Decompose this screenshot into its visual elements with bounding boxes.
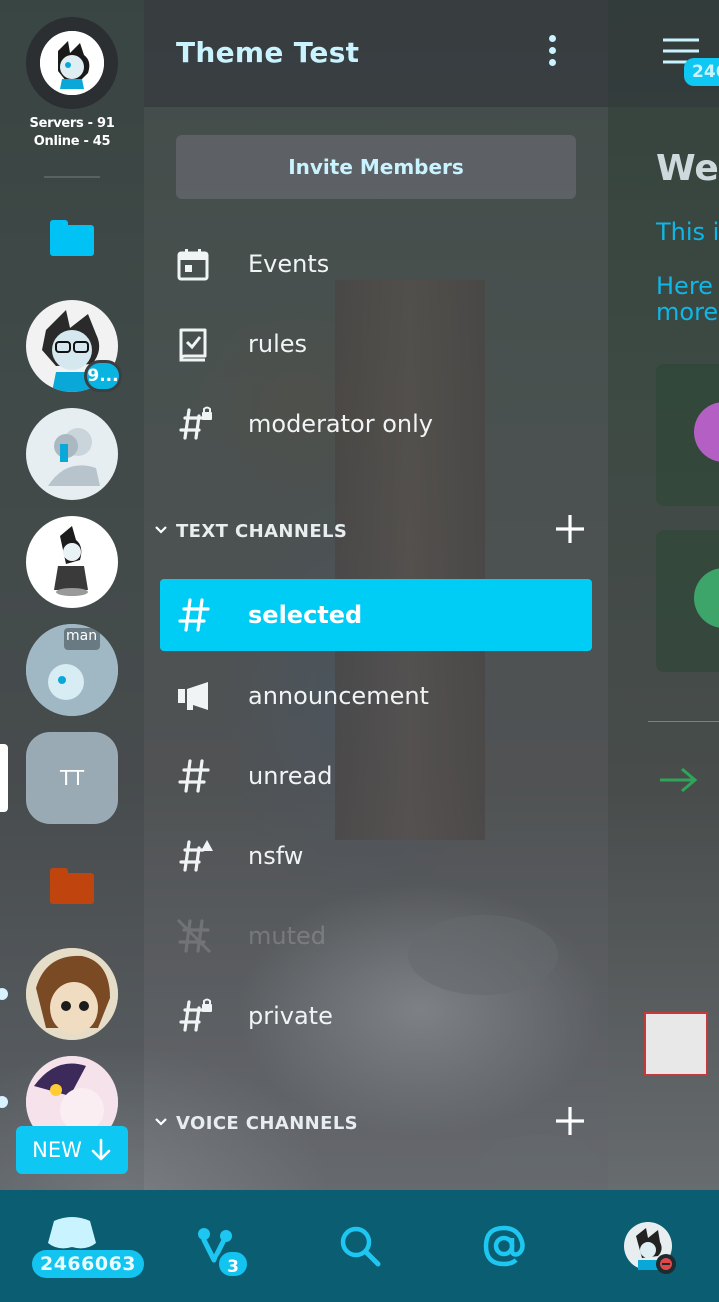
channel-rules-label: rules <box>248 330 308 358</box>
online-count: Online - 45 <box>33 134 111 149</box>
search-icon <box>340 1226 381 1267</box>
text-channels-label: TEXT CHANNELS <box>176 520 348 542</box>
new-unreads-label: NEW <box>32 1138 82 1162</box>
new-unreads-button[interactable]: NEW <box>16 1126 128 1174</box>
voice-channels-category[interactable]: VOICE CHANNELS <box>154 1103 594 1143</box>
invite-members-button[interactable]: Invite Members <box>176 135 576 199</box>
server-icon-tt-label: TT <box>59 766 85 790</box>
nav-search[interactable] <box>288 1190 432 1302</box>
hash-icon <box>176 756 232 796</box>
channel-private[interactable]: private <box>160 980 592 1052</box>
channel-private-label: private <box>248 1002 333 1030</box>
channel-nsfw[interactable]: nsfw <box>160 820 592 892</box>
channel-announcement[interactable]: announcement <box>160 660 592 732</box>
nav-friends[interactable] <box>144 1190 288 1302</box>
nav-profile[interactable] <box>576 1190 719 1302</box>
profile-avatar <box>623 1222 676 1274</box>
channel-panel: Theme Test Invite Members Events rules m… <box>144 0 608 1190</box>
friends-badge: 3 <box>216 1249 250 1279</box>
server-folder-orange[interactable] <box>50 868 94 904</box>
selected-server-indicator <box>0 744 8 812</box>
user-avatar <box>40 31 104 95</box>
locked-hash-icon <box>176 404 232 444</box>
voice-channels-label: VOICE CHANNELS <box>176 1112 359 1134</box>
rules-book-icon <box>176 324 232 364</box>
server-icon-pony-sitting[interactable] <box>26 516 118 608</box>
home-count-badge: 2466063 <box>32 1250 144 1278</box>
at-icon <box>483 1225 525 1267</box>
welcome-card[interactable] <box>656 530 719 672</box>
nsfw-hash-icon <box>176 836 232 876</box>
text-channels-category[interactable]: TEXT CHANNELS <box>154 511 594 551</box>
megaphone-icon <box>176 676 232 716</box>
channel-muted-label: muted <box>248 922 326 950</box>
bottom-nav <box>0 1190 719 1302</box>
more-options-icon[interactable] <box>546 35 558 71</box>
add-text-channel-icon[interactable] <box>554 513 586 549</box>
mention-badge: 9... <box>84 360 122 392</box>
unread-dot <box>0 1096 8 1108</box>
server-name[interactable]: Theme Test <box>176 36 359 69</box>
rail-divider <box>44 176 100 178</box>
channel-unread-label: unread <box>248 762 333 790</box>
welcome-text-line2: Here <box>656 272 713 300</box>
calendar-icon <box>176 244 232 284</box>
welcome-card[interactable] <box>656 364 719 506</box>
channel-rules[interactable]: rules <box>160 308 592 380</box>
card-icon <box>694 402 719 462</box>
welcome-text-line1: This i <box>656 218 719 246</box>
channel-announcement-label: announcement <box>248 682 429 710</box>
channel-selected-label: selected <box>248 601 363 629</box>
card-icon <box>694 568 719 628</box>
channel-muted[interactable]: muted <box>160 900 592 972</box>
server-icon-silhouette[interactable] <box>26 408 118 500</box>
server-icon-sticker[interactable]: man <box>26 624 118 716</box>
nav-home[interactable] <box>0 1190 144 1302</box>
welcome-heading: We <box>656 148 719 189</box>
server-icon-pony-brown[interactable] <box>26 948 118 1040</box>
arrow-right-icon <box>660 767 698 793</box>
muted-hash-icon <box>176 916 232 956</box>
pony-avatar-icon <box>40 31 104 95</box>
chat-header-badge: 246 <box>684 58 719 86</box>
server-icon-tt[interactable]: TT <box>26 732 118 824</box>
chat-header: 246 <box>608 0 719 107</box>
arrow-down-icon <box>91 1138 111 1161</box>
channel-selected[interactable]: selected <box>160 579 592 651</box>
divider <box>648 721 719 722</box>
channel-unread[interactable]: unread <box>160 740 592 812</box>
discord-icon <box>48 1217 96 1249</box>
message-avatar[interactable] <box>644 1012 708 1076</box>
server-stats: Servers - 91 Online - 45 <box>0 115 144 151</box>
dnd-status-icon <box>655 1254 676 1274</box>
welcome-text-line3: more <box>656 298 719 326</box>
servers-count: Servers - 91 <box>29 116 115 131</box>
events-label: Events <box>248 250 330 278</box>
unread-dot <box>0 988 8 1000</box>
server-header[interactable]: Theme Test <box>144 0 608 107</box>
user-avatar-button[interactable] <box>26 17 118 109</box>
server-sticker-text: man <box>66 628 98 644</box>
chevron-down-icon <box>154 1115 176 1131</box>
locked-hash-icon <box>176 996 232 1036</box>
hash-icon <box>176 595 232 635</box>
add-voice-channel-icon[interactable] <box>554 1105 586 1141</box>
server-rail: Servers - 91 Online - 45 9... man TT NEW <box>0 0 144 1190</box>
events-item[interactable]: Events <box>160 228 592 300</box>
nav-mentions[interactable] <box>432 1190 576 1302</box>
chat-peek[interactable]: 246 We This i Here more <box>608 0 719 1190</box>
channel-nsfw-label: nsfw <box>248 842 304 870</box>
channel-moderator-only[interactable]: moderator only <box>160 388 592 460</box>
channel-moderator-only-label: moderator only <box>248 410 433 438</box>
server-folder-blue[interactable] <box>50 220 94 256</box>
chevron-down-icon <box>154 523 176 539</box>
